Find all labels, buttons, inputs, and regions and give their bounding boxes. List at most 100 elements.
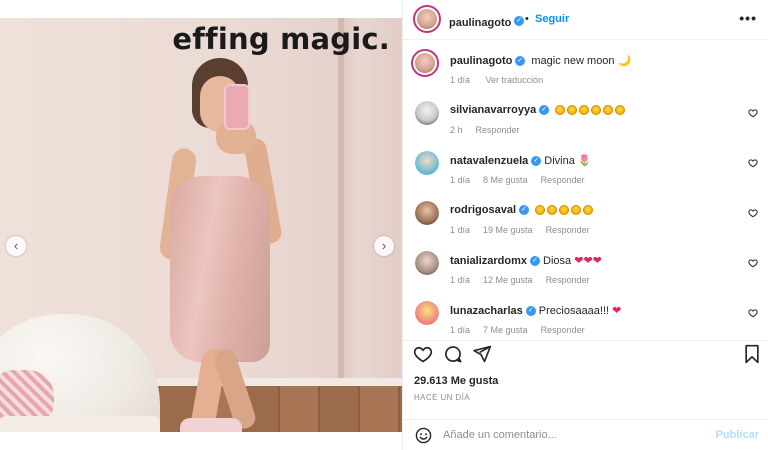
post-time: HACE UN DÍA	[414, 393, 470, 402]
comment-like-heart-icon[interactable]	[748, 208, 758, 221]
action-bar	[403, 340, 768, 366]
comment-like-heart-icon[interactable]	[748, 158, 758, 171]
comment-line: lunazacharlas ✓ Preciosaaaa!!! ❤	[450, 304, 621, 317]
comment-time: 1 día	[450, 175, 471, 185]
avatar[interactable]	[415, 101, 439, 125]
red-heart-emoji-icon: ❤	[583, 255, 593, 267]
follow-button[interactable]: Seguir	[535, 13, 569, 25]
comment-username[interactable]: rodrigosaval	[450, 204, 516, 216]
verified-icon: ✓	[515, 55, 526, 66]
comment-row: lunazacharlas ✓ Preciosaaaa!!! ❤ 1 día 7 Me …	[403, 299, 768, 339]
post-side-panel: paulinagoto ✓ • Seguir ••• paulinagoto ✓ m…	[402, 0, 768, 450]
comment-row: tanializardomx ✓ Diosa ❤❤❤ 1 día 12 Me gusta…	[403, 249, 768, 299]
reply-button[interactable]: Responder	[546, 275, 590, 285]
comment-row: natavalenzuela ✓ Divina 🌷 1 día 8 Me gusta Re…	[403, 149, 768, 199]
heart-icon[interactable]	[413, 344, 433, 369]
red-heart-emoji-icon: ❤	[612, 305, 622, 317]
header-username[interactable]: paulinagoto	[449, 17, 511, 29]
carousel-next-button[interactable]: ›	[374, 236, 394, 256]
star-struck-emoji-icon	[555, 105, 566, 116]
share-icon[interactable]	[472, 344, 492, 369]
comment-meta: 1 día 12 Me gusta Responder	[450, 275, 603, 285]
avatar[interactable]	[411, 49, 439, 77]
star-struck-emoji-icon	[579, 105, 590, 116]
comment-likes[interactable]: 19 Me gusta	[483, 225, 533, 235]
caption-meta: 1 día Ver traducción	[450, 75, 556, 85]
post-header: paulinagoto ✓ • Seguir •••	[403, 0, 768, 40]
verified-icon: ✓	[525, 305, 536, 316]
likes-count[interactable]: 29.613 Me gusta	[414, 375, 498, 387]
avatar[interactable]	[415, 151, 439, 175]
comment-username[interactable]: silvianavarroyya	[450, 104, 536, 116]
add-comment-bar: Publicar	[403, 419, 768, 450]
comment-meta: 2 h Responder	[450, 125, 533, 135]
comment-likes[interactable]: 12 Me gusta	[483, 275, 533, 285]
more-options-icon[interactable]: •••	[739, 10, 757, 26]
comment-like-heart-icon[interactable]	[748, 108, 758, 121]
phone	[224, 84, 250, 130]
comment-row: silvianavarroyya ✓ 2 h Responder	[403, 99, 768, 149]
comment-text: Diosa	[543, 255, 572, 267]
woman-figure	[150, 58, 300, 432]
comment-like-heart-icon[interactable]	[748, 308, 758, 321]
star-struck-emoji-icon	[615, 105, 626, 116]
avatar[interactable]	[415, 251, 439, 275]
comment-time: 1 día	[450, 275, 471, 285]
comment-time: 1 día	[450, 325, 471, 335]
comment-icon[interactable]	[443, 344, 463, 369]
comment-likes[interactable]: 8 Me gusta	[483, 175, 528, 185]
comment-line: tanializardomx ✓ Diosa ❤❤❤	[450, 254, 602, 267]
top-strip	[0, 0, 402, 18]
reply-button[interactable]: Responder	[476, 125, 520, 135]
star-struck-emoji-icon	[571, 205, 582, 216]
add-comment-input[interactable]	[443, 426, 713, 444]
image-caption-text: effing magic.	[172, 22, 390, 56]
red-heart-emoji-icon: ❤	[592, 255, 602, 267]
carousel-prev-button[interactable]: ‹	[6, 236, 26, 256]
reply-button[interactable]: Responder	[546, 225, 590, 235]
comments-list[interactable]: paulinagoto ✓ magic new moon 🌙 1 día Ver …	[403, 41, 768, 339]
post-photo[interactable]: effing magic. ‹ ›	[0, 18, 402, 432]
instagram-post-window: effing magic. ‹ › paulinagoto ✓ • Seguir …	[0, 0, 768, 450]
verified-icon: ✓	[514, 16, 525, 27]
comment-meta: 1 día 8 Me gusta Responder	[450, 175, 598, 185]
emoji-smile-icon[interactable]	[415, 427, 432, 449]
comment-like-heart-icon[interactable]	[748, 258, 758, 271]
comment-time: 2 h	[450, 125, 463, 135]
white-stool	[0, 416, 160, 432]
header-separator: •	[525, 13, 529, 25]
comment-meta: 1 día 7 Me gusta Responder	[450, 325, 598, 335]
pink-dress	[170, 176, 270, 362]
verified-icon: ✓	[531, 155, 542, 166]
comment-row: rodrigosaval ✓ 1 día 19 Me gusta Responder	[403, 199, 768, 249]
caption-line: paulinagoto ✓ magic new moon 🌙	[450, 54, 631, 67]
header-username-wrap: paulinagoto ✓	[449, 13, 527, 31]
verified-icon: ✓	[530, 255, 541, 266]
star-struck-emoji-icon	[567, 105, 578, 116]
save-bookmark-icon[interactable]	[743, 344, 761, 369]
verified-icon: ✓	[519, 204, 530, 215]
translate-link[interactable]: Ver traducción	[486, 75, 544, 85]
reply-button[interactable]: Responder	[541, 175, 585, 185]
tulip-emoji-icon: 🌷	[577, 155, 592, 167]
comment-line: silvianavarroyya ✓	[450, 104, 627, 116]
caption-text: magic new moon 🌙	[531, 55, 632, 67]
comment-likes[interactable]: 7 Me gusta	[483, 325, 528, 335]
comment-text: Preciosaaaa!!!	[538, 305, 610, 317]
star-struck-emoji-icon	[591, 105, 602, 116]
comment-username[interactable]: lunazacharlas	[450, 305, 523, 317]
avatar[interactable]	[415, 301, 439, 325]
comment-text: Divina	[544, 155, 575, 167]
caption-row: paulinagoto ✓ magic new moon 🌙 1 día Ver …	[403, 49, 768, 99]
star-struck-emoji-icon	[535, 205, 546, 216]
comment-meta: 1 día 19 Me gusta Responder	[450, 225, 603, 235]
comment-username[interactable]: tanializardomx	[450, 255, 527, 267]
reply-button[interactable]: Responder	[541, 325, 585, 335]
avatar[interactable]	[415, 201, 439, 225]
verified-icon: ✓	[539, 104, 550, 115]
comment-username[interactable]: natavalenzuela	[450, 155, 528, 167]
publish-button[interactable]: Publicar	[716, 429, 759, 441]
comment-line: rodrigosaval ✓	[450, 204, 595, 216]
avatar[interactable]	[413, 5, 441, 33]
caption-username[interactable]: paulinagoto	[450, 55, 512, 67]
